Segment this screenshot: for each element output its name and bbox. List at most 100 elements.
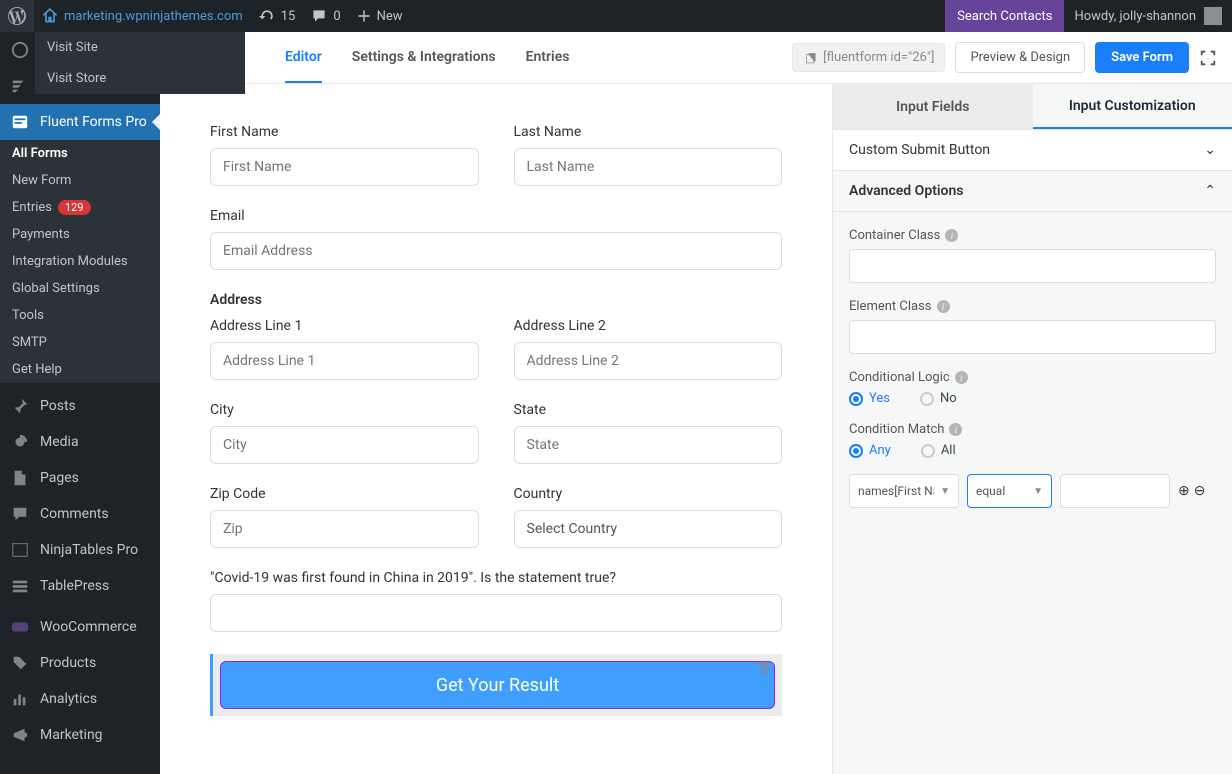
- comments-icon: [10, 504, 30, 524]
- right-panel: Input Fields Input Customization Custom …: [832, 84, 1232, 774]
- submenu-smtp[interactable]: SMTP: [0, 329, 160, 356]
- condition-field-select[interactable]: names[First Name]▼: [849, 474, 959, 508]
- menu-analytics[interactable]: Analytics: [0, 681, 160, 717]
- fluentforms-icon: [10, 112, 30, 132]
- addr1-input[interactable]: [210, 342, 479, 380]
- editor-topbar: Submit button Editor Settings & Integrat…: [160, 32, 1232, 84]
- fullscreen-icon[interactable]: [1199, 49, 1217, 67]
- submenu-get-help[interactable]: Get Help: [0, 356, 160, 383]
- city-input[interactable]: [210, 426, 479, 464]
- last-name-input[interactable]: [514, 148, 783, 186]
- visit-store-link[interactable]: Visit Store: [35, 63, 245, 94]
- menu-products[interactable]: Products: [0, 645, 160, 681]
- addr2-input[interactable]: [514, 342, 783, 380]
- submenu-integration[interactable]: Integration Modules: [0, 248, 160, 275]
- submenu-payments[interactable]: Payments: [0, 221, 160, 248]
- table-icon: [10, 540, 30, 560]
- country-label: Country: [514, 486, 783, 502]
- menu-posts[interactable]: Posts: [0, 388, 160, 424]
- address-section-title: Address: [210, 292, 782, 308]
- condition-value-input[interactable]: [1060, 474, 1170, 508]
- submenu-entries[interactable]: Entries 129: [0, 194, 160, 221]
- menu-ninjatables[interactable]: NinjaTables Pro: [0, 532, 160, 568]
- condition-operator-select[interactable]: equal▼: [967, 474, 1052, 508]
- accordion-custom-submit[interactable]: Custom Submit Button⌄: [833, 130, 1232, 171]
- dashboard-icon: [10, 40, 30, 60]
- tab-entries[interactable]: Entries: [526, 33, 570, 83]
- addr1-label: Address Line 1: [210, 318, 479, 334]
- menu-woocommerce[interactable]: WooCommerce: [0, 609, 160, 645]
- form-submit-button[interactable]: Get Your Result: [220, 661, 775, 709]
- avatar: [1204, 7, 1222, 25]
- preview-button[interactable]: Preview & Design: [955, 42, 1085, 73]
- menu-tablepress[interactable]: TablePress: [0, 568, 160, 604]
- question-input[interactable]: [210, 594, 782, 632]
- comments-link[interactable]: 0: [303, 0, 348, 32]
- container-class-input[interactable]: [849, 249, 1216, 283]
- submenu-tools[interactable]: Tools: [0, 302, 160, 329]
- tab-editor[interactable]: Editor: [285, 33, 322, 83]
- menu-fluentforms[interactable]: Fluent Forms Pro: [0, 104, 160, 140]
- add-condition-icon[interactable]: ⊕: [1178, 483, 1190, 499]
- radio-no[interactable]: No: [920, 391, 957, 406]
- wordpress-icon: [8, 7, 26, 25]
- submit-button-wrapper[interactable]: 🗑 Get Your Result: [210, 654, 782, 716]
- first-name-input[interactable]: [210, 148, 479, 186]
- save-form-button[interactable]: Save Form: [1095, 42, 1189, 73]
- conditional-logic-label: Conditional Logic i: [849, 370, 1216, 385]
- entries-badge: 129: [58, 200, 91, 215]
- update-icon: [259, 8, 275, 24]
- search-contacts-button[interactable]: Search Contacts: [945, 0, 1064, 32]
- chevron-down-icon: ⌄: [1204, 142, 1216, 158]
- admin-sidebar: FluentCRM Fluent Forms Pro All Forms New…: [0, 32, 160, 774]
- submenu-global-settings[interactable]: Global Settings: [0, 275, 160, 302]
- zip-label: Zip Code: [210, 486, 479, 502]
- accordion-advanced-options[interactable]: Advanced Options⌃: [833, 171, 1232, 212]
- condition-match-label: Condition Match i: [849, 422, 1216, 437]
- country-select[interactable]: Select Country: [514, 510, 783, 548]
- trash-icon[interactable]: 🗑: [757, 661, 772, 675]
- updates-link[interactable]: 15: [251, 0, 304, 32]
- fluentforms-submenu: All Forms New Form Entries 129 Payments …: [0, 140, 160, 383]
- advanced-options-body: Container Class i Element Class i Condit…: [833, 212, 1232, 524]
- site-dropdown: Visit Site Visit Store: [35, 32, 245, 94]
- radio-any[interactable]: Any: [849, 443, 891, 458]
- radio-all[interactable]: All: [921, 443, 956, 458]
- tab-settings[interactable]: Settings & Integrations: [352, 33, 496, 83]
- menu-media[interactable]: Media: [0, 424, 160, 460]
- state-label: State: [514, 402, 783, 418]
- pin-icon: [10, 396, 30, 416]
- info-icon[interactable]: i: [945, 229, 958, 242]
- menu-comments[interactable]: Comments: [0, 496, 160, 532]
- info-icon[interactable]: i: [949, 423, 962, 436]
- panel-tab-input-fields[interactable]: Input Fields: [833, 84, 1033, 129]
- remove-condition-icon[interactable]: ⊖: [1194, 483, 1206, 499]
- visit-site-link[interactable]: Visit Site: [35, 32, 245, 63]
- chevron-down-icon: ▼: [1033, 486, 1043, 497]
- fluentcrm-icon: [10, 76, 30, 96]
- radio-yes[interactable]: Yes: [849, 391, 890, 406]
- submenu-all-forms[interactable]: All Forms: [0, 140, 160, 167]
- menu-marketing[interactable]: Marketing: [0, 717, 160, 753]
- info-icon[interactable]: i: [955, 371, 968, 384]
- site-name-link[interactable]: marketing.wpninjathemes.com: [34, 0, 251, 32]
- woo-icon: [10, 617, 30, 637]
- submenu-new-form[interactable]: New Form: [0, 167, 160, 194]
- state-input[interactable]: [514, 426, 783, 464]
- user-account-menu[interactable]: Howdy, jolly-shannon: [1064, 7, 1232, 25]
- zip-input[interactable]: [210, 510, 479, 548]
- tablepress-icon: [10, 576, 30, 596]
- info-icon[interactable]: i: [937, 300, 950, 313]
- wp-logo[interactable]: [0, 0, 34, 32]
- first-name-label: First Name: [210, 124, 479, 140]
- main-content: Submit button Editor Settings & Integrat…: [160, 32, 1232, 774]
- menu-pages[interactable]: Pages: [0, 460, 160, 496]
- page-icon: [10, 468, 30, 488]
- email-input[interactable]: [210, 232, 782, 270]
- panel-tab-customization[interactable]: Input Customization: [1033, 84, 1232, 129]
- analytics-icon: [10, 689, 30, 709]
- form-canvas: First Name Last Name Email Address Addre…: [160, 84, 832, 774]
- shortcode-display[interactable]: [fluentform id="26"]: [792, 43, 945, 72]
- element-class-input[interactable]: [849, 320, 1216, 354]
- new-content-link[interactable]: New: [349, 0, 411, 32]
